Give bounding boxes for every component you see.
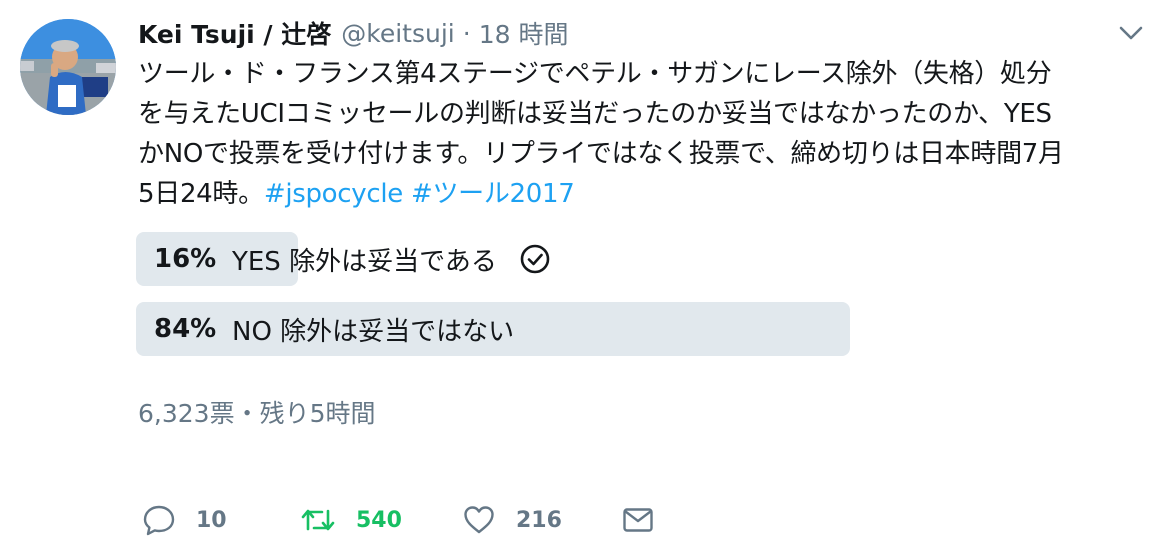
- like-count: 216: [516, 507, 562, 533]
- poll-choice-content: 84% NO 除外は妥当ではない: [154, 302, 514, 356]
- avatar[interactable]: [20, 19, 116, 115]
- tweet-text-line: ツール・ド・フランス第4ステージでペテル・サガンにレース除外（失格）処分: [138, 59, 1052, 89]
- poll-percent: 16%: [154, 244, 217, 274]
- screen-name[interactable]: @keitsuji: [341, 19, 454, 48]
- poll-meta: 6,323票・残り5時間: [138, 399, 376, 428]
- poll-percent: 84%: [154, 314, 217, 344]
- like-icon: [464, 506, 494, 534]
- poll-choice-yes[interactable]: 16% YES 除外は妥当である: [136, 232, 986, 286]
- separator-dot: ·: [462, 18, 471, 48]
- tweet-header: Kei Tsuji / 辻啓 @keitsuji · 18 時間: [138, 14, 568, 52]
- like-button[interactable]: 216: [462, 500, 562, 540]
- direct-message-button[interactable]: [622, 500, 654, 540]
- tweet-text-fragment: 5日24時。: [138, 179, 264, 209]
- tweet-text-line: を与えたUCIコミッセールの判断は妥当だったのか妥当ではなかったのか、YES: [138, 99, 1052, 129]
- poll-choice-no[interactable]: 84% NO 除外は妥当ではない: [136, 302, 986, 356]
- check-circle-icon: [520, 244, 550, 274]
- tweet-text-line: かNOで投票を受け付けます。リプライではなく投票で、締め切りは日本時間7月: [138, 139, 1064, 169]
- tweet-timestamp[interactable]: 18 時間: [479, 15, 569, 51]
- retweet-icon: [301, 509, 335, 531]
- chevron-down-icon[interactable]: [1116, 20, 1146, 46]
- author-name[interactable]: Kei Tsuji / 辻啓: [138, 15, 331, 51]
- tweet-text-line-last: 5日24時。#jspocycle #ツール2017: [138, 174, 1148, 214]
- hashtag-link[interactable]: #jspocycle: [264, 179, 403, 209]
- poll-choice-content: 16% YES 除外は妥当である: [154, 232, 551, 286]
- poll-choice-label: NO 除外は妥当ではない: [232, 316, 515, 347]
- poll-choice-label: YES 除外は妥当である: [232, 246, 497, 277]
- tweet-text: ツール・ド・フランス第4ステージでペテル・サガンにレース除外（失格）処分 を与え…: [138, 54, 1148, 214]
- reply-count: 10: [196, 507, 227, 533]
- avatar-photo: [20, 19, 116, 115]
- hashtag-link[interactable]: #ツール2017: [411, 179, 575, 209]
- reply-button[interactable]: 10: [142, 500, 227, 540]
- retweet-count: 540: [356, 507, 402, 533]
- reply-icon: [143, 505, 175, 536]
- retweet-button[interactable]: 540: [300, 500, 402, 540]
- dm-icon: [623, 508, 653, 532]
